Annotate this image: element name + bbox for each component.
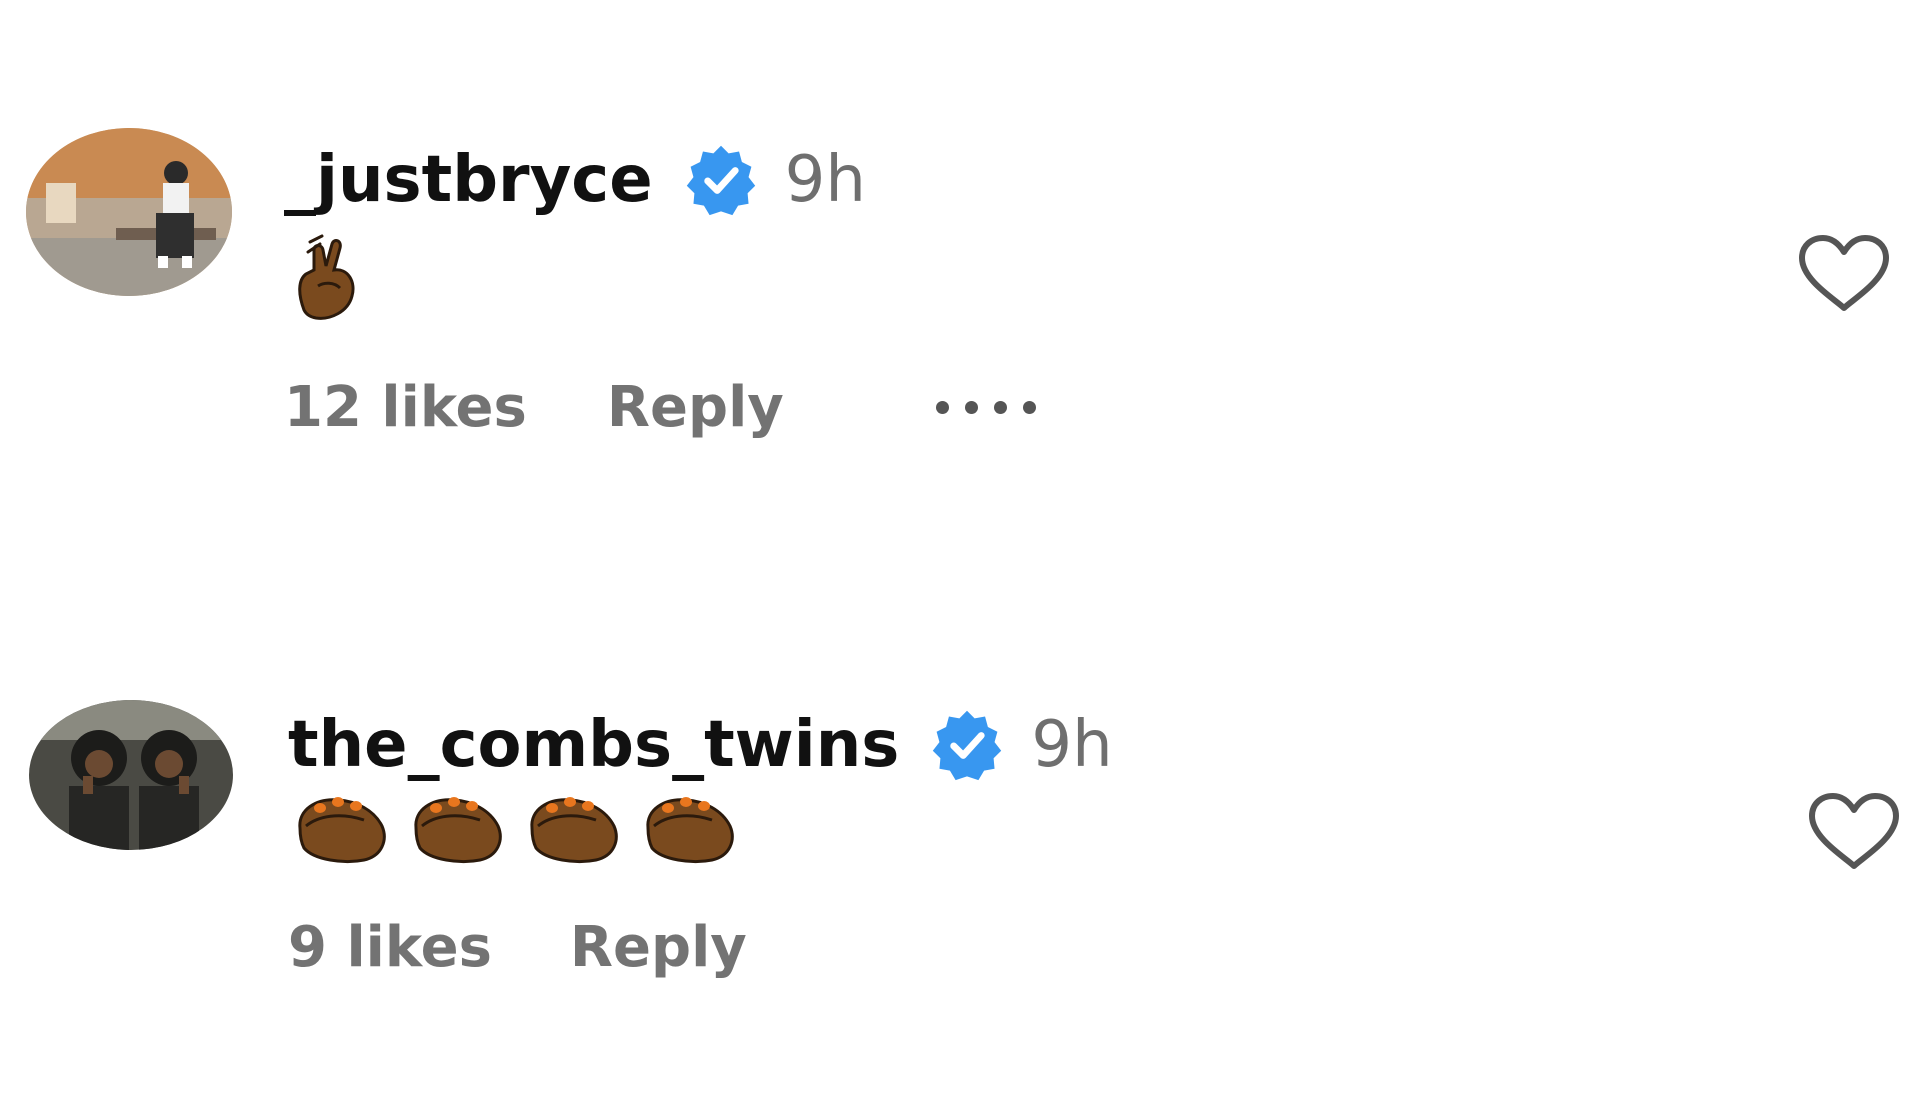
reply-button[interactable]: Reply [570,915,747,980]
username[interactable]: the_combs_twins [288,708,899,782]
clapping-hands-emoji [642,790,738,866]
clapping-hands-emoji [526,790,622,866]
more-options-icon[interactable] [935,400,1052,414]
likes-count[interactable]: 9 likes [288,915,492,980]
comment-text [290,230,362,322]
comment-timestamp: 9h [784,143,866,217]
verified-badge-icon [929,707,1005,783]
username[interactable]: _justbryce [284,143,653,217]
comment-text [294,790,738,866]
avatar[interactable] [26,128,232,296]
crossed-fingers-emoji [290,230,362,322]
avatar[interactable] [29,700,233,850]
likes-count[interactable]: 12 likes [284,375,527,440]
comment-actions: 9 likes Reply [288,912,747,982]
comment-header: the_combs_twins 9h [288,700,1113,790]
heart-icon[interactable] [1806,792,1902,872]
verified-badge-icon [683,142,759,218]
reply-button[interactable]: Reply [607,375,784,440]
comment-actions: 12 likes Reply [284,372,1052,442]
comment-timestamp: 9h [1031,708,1113,782]
comment-header: _justbryce 9h [284,135,866,225]
clapping-hands-emoji [410,790,506,866]
heart-icon[interactable] [1796,234,1892,314]
clapping-hands-emoji [294,790,390,866]
